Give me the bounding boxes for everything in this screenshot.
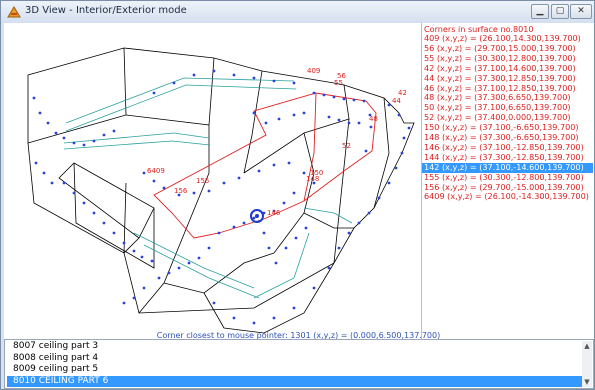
corner-label: 42 [398,89,407,97]
corner-row[interactable]: 44 (x,y,z) = (37.300,12.850,139.700) [422,73,593,84]
minimize-button[interactable]: ▁ [531,4,549,19]
corner-label: 44 [392,97,401,105]
surface-list-item[interactable]: 8008 ceiling part 4 [7,353,583,364]
app-window: 3D View - Interior/Exterior mode ▁ ▢ ✕ 4… [0,0,595,390]
corner-label: 48 [369,115,378,123]
title-bar[interactable]: 3D View - Interior/Exterior mode ▁ ▢ ✕ [1,1,594,23]
corner-label: 55 [334,79,343,87]
app-icon [7,6,21,18]
scroll-down-arrow-icon[interactable]: ▼ [582,377,592,387]
corner-label: 52 [342,142,351,150]
surface-list[interactable]: 8007 ceiling part 3 8008 ceiling part 4 80… [4,339,594,389]
corner-label: 148 [306,175,319,183]
corner-label: 6409 [147,167,165,175]
3d-model-canvas[interactable]: 409 56 55 42 44 48 52 150 156 155 6409 1… [4,23,421,339]
corners-panel[interactable]: Corners in surface no.8010 409 (x,y,z) =… [421,23,594,339]
close-button[interactable]: ✕ [570,4,592,19]
corner-row[interactable]: 155 (x,y,z) = (30.300,-12.800,139.700) [422,172,593,183]
model-outline [27,47,127,144]
corner-row[interactable]: 6409 (x,y,z) = (26.100,-14.300,139.700) [422,191,593,202]
corner-label: 156 [174,187,188,195]
surface-list-item[interactable]: 8007 ceiling part 3 [7,341,583,352]
selected-surface-outline [153,92,377,239]
corner-label: 146 [267,209,281,217]
scroll-up-arrow-icon[interactable]: ▲ [582,341,592,351]
window-title: 3D View - Interior/Exterior mode [25,5,187,16]
surface-list-item[interactable]: 8009 ceiling part 5 [7,364,583,375]
scrollbar[interactable]: ▲ ▼ [582,341,592,387]
mouse-pointer-dot [255,214,259,218]
corner-label: 155 [196,177,209,185]
corner-label: 409 [307,67,320,75]
model-points [32,69,411,325]
surface-list-item[interactable]: 8010 CEILING PART 6 [7,375,583,387]
3d-viewport[interactable]: 409 56 55 42 44 48 52 150 156 155 6409 1… [4,23,421,339]
maximize-button[interactable]: ▢ [551,4,569,19]
